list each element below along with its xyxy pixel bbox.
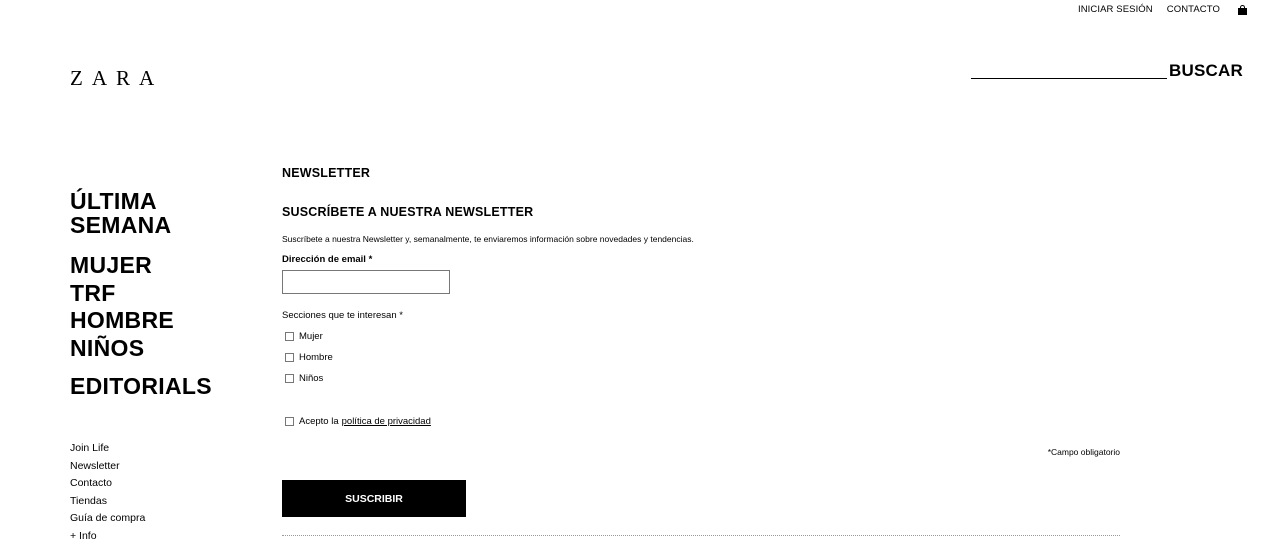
email-field[interactable] (282, 270, 450, 294)
checkbox-label-ninos: Niños (299, 373, 324, 384)
footer-link-newsletter[interactable]: Newsletter (70, 459, 145, 477)
form-subtitle: SUSCRÍBETE A NUESTRA NEWSLETTER (282, 205, 534, 219)
nav-item-trf[interactable]: TRF (70, 280, 212, 308)
nav-item-mujer[interactable]: MUJER (70, 252, 212, 280)
nav-item-ultima[interactable]: ÚLTIMA (70, 189, 212, 213)
page-title: NEWSLETTER (282, 166, 371, 180)
login-link[interactable]: INICIAR SESIÓN (1078, 4, 1153, 15)
contact-link[interactable]: CONTACTO (1167, 4, 1220, 15)
search-button[interactable]: BUSCAR (1169, 62, 1243, 79)
privacy-policy-link[interactable]: política de privacidad (342, 416, 431, 427)
email-label: Dirección de email * (282, 254, 373, 265)
nav-item-hombre[interactable]: HOMBRE (70, 307, 212, 335)
search-bar: BUSCAR (971, 62, 1243, 79)
nav-item-ninos[interactable]: NIÑOS (70, 335, 212, 363)
footer-link-tiendas[interactable]: Tiendas (70, 494, 145, 512)
checkbox-label-hombre: Hombre (299, 352, 333, 363)
sections-label: Secciones que te interesan * (282, 310, 403, 321)
checkbox-mujer[interactable] (285, 332, 294, 341)
nav-item-editorials[interactable]: EDITORIALS (70, 374, 212, 398)
section-option-hombre[interactable]: Hombre (285, 352, 333, 363)
required-note: *Campo obligatorio (1047, 447, 1120, 457)
search-input[interactable] (971, 62, 1167, 79)
footer-link-guia-de-compra[interactable]: Guía de compra (70, 511, 145, 529)
form-description: Suscríbete a nuestra Newsletter y, seman… (282, 234, 694, 244)
checkbox-hombre[interactable] (285, 353, 294, 362)
zara-logo[interactable]: ZARA (70, 66, 163, 91)
checkbox-privacy[interactable] (285, 417, 294, 426)
section-option-ninos[interactable]: Niños (285, 373, 323, 384)
top-bar: INICIAR SESIÓN CONTACTO (1078, 4, 1247, 15)
nav-item-semana[interactable]: SEMANA (70, 213, 212, 237)
footer-link-contacto[interactable]: Contacto (70, 476, 145, 494)
divider (282, 535, 1120, 536)
subscribe-button[interactable]: SUSCRIBIR (282, 480, 466, 517)
checkbox-ninos[interactable] (285, 374, 294, 383)
footer-link-join-life[interactable]: Join Life (70, 441, 145, 459)
section-option-mujer[interactable]: Mujer (285, 331, 323, 342)
privacy-consent[interactable]: Acepto la política de privacidad (285, 416, 431, 427)
footer-link-more-info[interactable]: + Info (70, 529, 145, 547)
checkbox-label-mujer: Mujer (299, 331, 323, 342)
main-nav: ÚLTIMA SEMANA MUJER TRF HOMBRE NIÑOS EDI… (70, 189, 212, 398)
footer-nav: Join Life Newsletter Contacto Tiendas Gu… (70, 441, 145, 546)
privacy-prefix: Acepto la (299, 416, 339, 427)
shopping-bag-icon[interactable] (1238, 4, 1247, 15)
